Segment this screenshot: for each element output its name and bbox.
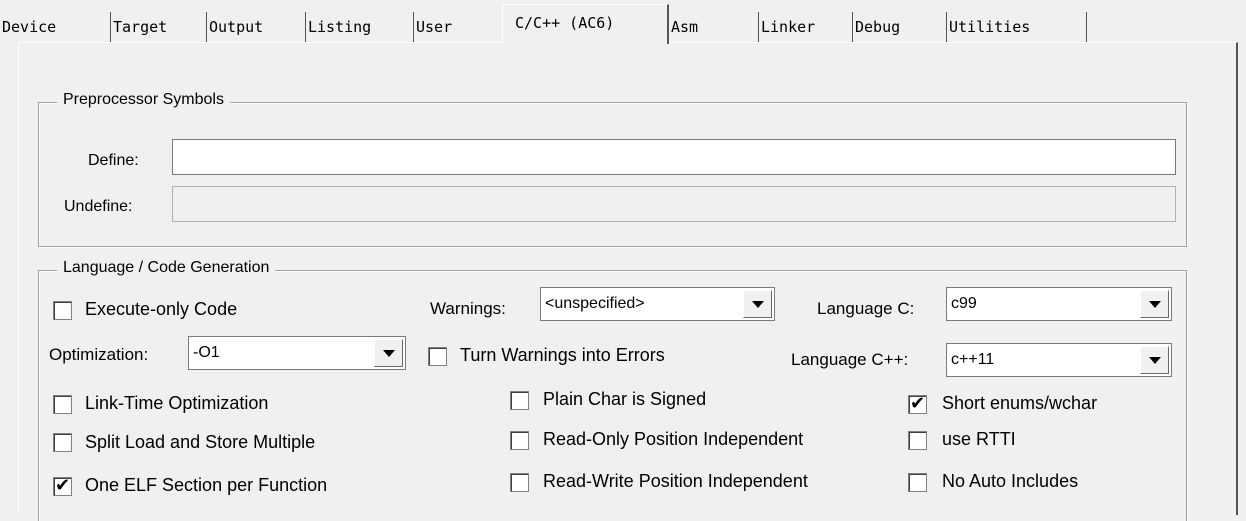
language-legend: Language / Code Generation [57,259,276,277]
use-rtti-label: use RTTI [942,429,1016,449]
tab-listing[interactable]: Listing [306,12,414,43]
plain-char-signed-label: Plain Char is Signed [543,389,707,409]
optimization-value: -O1 [193,344,220,361]
plain-char-signed-checkbox[interactable] [510,391,529,410]
warnings-as-errors-label: Turn Warnings into Errors [460,345,665,365]
one-elf-section-checkbox[interactable]: ✔ [53,475,72,496]
optimization-dropdown-button[interactable] [374,339,403,367]
split-load-store-checkbox[interactable] [53,433,72,452]
optimization-select[interactable]: -O1 [188,336,406,370]
language-c-value: c99 [951,295,977,312]
tab-bar: Device Target Output Listing User C/C++ … [0,0,1246,44]
language-c-dropdown-button[interactable] [1140,290,1169,318]
define-input[interactable] [172,139,1176,175]
chevron-down-icon [1149,301,1161,308]
link-time-optimization-label: Link-Time Optimization [85,393,269,413]
tab-utilities[interactable]: Utilities [947,12,1087,43]
execute-only-label: Execute-only Code [85,299,238,319]
link-time-optimization-checkbox[interactable] [53,395,72,414]
split-load-store-label: Split Load and Store Multiple [85,432,316,452]
language-cpp-dropdown-button[interactable] [1140,346,1169,374]
no-auto-includes-checkbox[interactable] [908,473,927,492]
language-c-label: Language C: [817,299,915,318]
define-label: Define: [88,152,139,169]
short-enums-label: Short enums/wchar [942,393,1098,413]
tab-device[interactable]: Device [0,12,111,43]
tab-debug[interactable]: Debug [853,12,947,43]
ro-pi-label: Read-Only Position Independent [543,429,804,449]
optimization-label: Optimization: [49,345,149,364]
tab-linker[interactable]: Linker [759,12,853,43]
checkmark-icon: ✔ [55,475,71,495]
tab-output[interactable]: Output [207,12,306,43]
undefine-input[interactable] [172,186,1176,222]
warnings-as-errors-checkbox[interactable] [428,347,447,366]
execute-only-checkbox[interactable] [53,301,72,320]
ro-pi-checkbox[interactable] [510,431,529,450]
preprocessor-legend: Preprocessor Symbols [57,91,230,109]
checkmark-icon: ✔ [910,393,926,413]
tab-cpp-ac6[interactable]: C/C++ (AC6) [502,4,669,44]
undefine-label: Undefine: [64,198,133,215]
warnings-label: Warnings: [430,299,506,318]
tab-asm[interactable]: Asm [669,12,759,43]
short-enums-checkbox[interactable]: ✔ [908,393,927,414]
warnings-dropdown-button[interactable] [743,290,772,318]
tab-target[interactable]: Target [111,12,207,43]
tab-user[interactable]: User [414,12,500,43]
chevron-down-icon [752,301,764,308]
no-auto-includes-label: No Auto Includes [942,471,1079,491]
rw-pi-label: Read-Write Position Independent [543,471,808,491]
language-cpp-select[interactable]: c++11 [946,343,1172,377]
warnings-select[interactable]: <unspecified> [540,287,775,321]
chevron-down-icon [383,350,395,357]
rw-pi-checkbox[interactable] [510,473,529,492]
language-c-select[interactable]: c99 [946,287,1172,321]
use-rtti-checkbox[interactable] [908,431,927,450]
warnings-value: <unspecified> [545,295,645,312]
one-elf-section-label: One ELF Section per Function [85,475,328,495]
language-cpp-value: c++11 [951,351,995,368]
chevron-down-icon [1149,357,1161,364]
language-cpp-label: Language C++: [791,350,909,369]
